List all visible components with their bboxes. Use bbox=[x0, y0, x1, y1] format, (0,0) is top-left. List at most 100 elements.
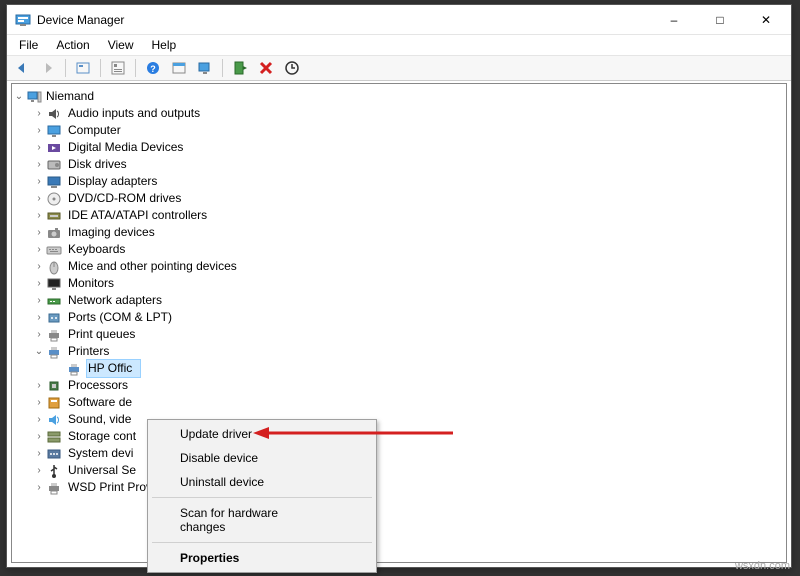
tree-category[interactable]: ›Storage cont bbox=[12, 428, 786, 445]
menu-view[interactable]: View bbox=[100, 36, 142, 54]
tree-category[interactable]: › Monitors bbox=[12, 275, 786, 292]
camera-icon bbox=[46, 225, 62, 241]
menu-action[interactable]: Action bbox=[48, 36, 97, 54]
expand-icon[interactable]: › bbox=[32, 139, 46, 156]
keyboard-icon bbox=[46, 242, 62, 258]
tree-category[interactable]: ›Print queues bbox=[12, 326, 786, 343]
tree-category[interactable]: › Ports (COM & LPT) bbox=[12, 309, 786, 326]
expand-icon[interactable]: › bbox=[32, 445, 46, 462]
tree-category[interactable]: › System devi bbox=[12, 445, 786, 462]
expand-icon[interactable]: › bbox=[32, 309, 46, 326]
tree-category-label: Imaging devices bbox=[66, 224, 157, 241]
close-button[interactable]: ✕ bbox=[743, 5, 789, 35]
tree-category[interactable]: › Imaging devices bbox=[12, 224, 786, 241]
disk-icon bbox=[46, 157, 62, 173]
expand-icon[interactable]: › bbox=[32, 394, 46, 411]
window-title: Device Manager bbox=[37, 13, 651, 27]
expand-icon[interactable]: › bbox=[32, 173, 46, 190]
device-tree[interactable]: ⌄Niemand›Audio inputs and outputs›Comput… bbox=[12, 84, 786, 500]
help-button[interactable]: ? bbox=[142, 57, 164, 79]
watermark: wsxdn.com bbox=[735, 560, 790, 572]
expand-icon[interactable]: › bbox=[32, 156, 46, 173]
display-icon bbox=[46, 174, 62, 190]
tree-category-label: Software de bbox=[66, 394, 134, 411]
collapse-icon[interactable]: ⌄ bbox=[12, 88, 26, 105]
usb-icon bbox=[46, 463, 62, 479]
tree-category[interactable]: › Audio inputs and outputs bbox=[12, 105, 786, 122]
tree-category-label: Ports (COM & LPT) bbox=[66, 309, 174, 326]
minimize-button[interactable]: – bbox=[651, 5, 697, 35]
properties-button[interactable] bbox=[107, 57, 129, 79]
expand-icon[interactable]: › bbox=[32, 207, 46, 224]
tree-category[interactable]: ›DVD/CD-ROM drives bbox=[12, 190, 786, 207]
tree-category[interactable]: › Computer bbox=[12, 122, 786, 139]
tree-category[interactable]: ›IDE ATA/ATAPI controllers bbox=[12, 207, 786, 224]
expand-icon[interactable]: › bbox=[32, 224, 46, 241]
tree-category[interactable]: › Universal Se bbox=[12, 462, 786, 479]
tree-category[interactable]: ›Sound, vide bbox=[12, 411, 786, 428]
tree-category-label: Universal Se bbox=[66, 462, 138, 479]
expand-icon[interactable]: ⌄ bbox=[32, 343, 46, 360]
enable-button[interactable] bbox=[229, 57, 251, 79]
tree-device[interactable]: ›HP Offic bbox=[12, 360, 786, 377]
tree-category[interactable]: ⌄ Printers bbox=[12, 343, 786, 360]
computer-icon bbox=[26, 89, 42, 105]
context-menu-separator bbox=[152, 542, 372, 543]
tree-category[interactable]: ›Network adapters bbox=[12, 292, 786, 309]
context-menu-item[interactable]: Properties bbox=[150, 546, 374, 570]
uninstall-button[interactable] bbox=[255, 57, 277, 79]
expand-icon[interactable]: › bbox=[32, 326, 46, 343]
tree-category[interactable]: ›WSD Print Provider bbox=[12, 479, 786, 496]
toolbar-separator bbox=[222, 59, 223, 77]
svg-text:?: ? bbox=[150, 64, 156, 74]
tree-category-label: Computer bbox=[66, 122, 123, 139]
expand-icon[interactable]: › bbox=[32, 275, 46, 292]
expand-icon[interactable]: › bbox=[32, 258, 46, 275]
back-button[interactable] bbox=[11, 57, 33, 79]
app-icon bbox=[15, 12, 31, 28]
system-icon bbox=[46, 446, 62, 462]
tree-root[interactable]: ⌄Niemand bbox=[12, 88, 786, 105]
maximize-button[interactable]: □ bbox=[697, 5, 743, 35]
expand-icon[interactable]: › bbox=[32, 292, 46, 309]
update-button[interactable] bbox=[281, 57, 303, 79]
tree-category-label: Disk drives bbox=[66, 156, 129, 173]
forward-button[interactable] bbox=[37, 57, 59, 79]
device-manager-window: Device Manager – □ ✕ File Action View He… bbox=[6, 4, 792, 568]
tree-category-label: System devi bbox=[66, 445, 135, 462]
tree-category[interactable]: › Disk drives bbox=[12, 156, 786, 173]
menu-help[interactable]: Help bbox=[144, 36, 185, 54]
expand-icon[interactable]: › bbox=[32, 428, 46, 445]
expand-icon[interactable]: › bbox=[32, 411, 46, 428]
tree-category-label: Mice and other pointing devices bbox=[66, 258, 239, 275]
tree-category-label: Audio inputs and outputs bbox=[66, 105, 202, 122]
context-menu-item[interactable]: Disable device bbox=[150, 446, 374, 470]
context-menu-item[interactable]: Update driver bbox=[150, 422, 374, 446]
expand-icon[interactable]: › bbox=[32, 479, 46, 496]
tree-category[interactable]: ›Display adapters bbox=[12, 173, 786, 190]
expand-icon[interactable]: › bbox=[32, 105, 46, 122]
tree-device-label: HP Offic bbox=[86, 359, 141, 378]
context-menu-item[interactable]: Scan for hardware changes bbox=[150, 501, 374, 539]
speaker-icon bbox=[46, 106, 62, 122]
context-menu-item[interactable]: Uninstall device bbox=[150, 470, 374, 494]
context-menu-separator bbox=[152, 497, 372, 498]
tree-category[interactable]: ›Digital Media Devices bbox=[12, 139, 786, 156]
scan-button[interactable] bbox=[194, 57, 216, 79]
tree-category-label: Monitors bbox=[66, 275, 116, 292]
expand-icon[interactable]: › bbox=[32, 122, 46, 139]
expand-icon[interactable]: › bbox=[32, 190, 46, 207]
tree-category[interactable]: › Mice and other pointing devices bbox=[12, 258, 786, 275]
expand-icon[interactable]: › bbox=[32, 377, 46, 394]
tree-category[interactable]: › Software de bbox=[12, 394, 786, 411]
expand-icon[interactable]: › bbox=[32, 462, 46, 479]
show-hidden-button[interactable] bbox=[72, 57, 94, 79]
tree-category[interactable]: ›Keyboards bbox=[12, 241, 786, 258]
menu-file[interactable]: File bbox=[11, 36, 46, 54]
monitor-icon bbox=[46, 123, 62, 139]
tree-category[interactable]: ›Processors bbox=[12, 377, 786, 394]
tree-category-label: Printers bbox=[66, 343, 111, 360]
toolbar-separator bbox=[100, 59, 101, 77]
expand-icon[interactable]: › bbox=[32, 241, 46, 258]
action-button[interactable] bbox=[168, 57, 190, 79]
